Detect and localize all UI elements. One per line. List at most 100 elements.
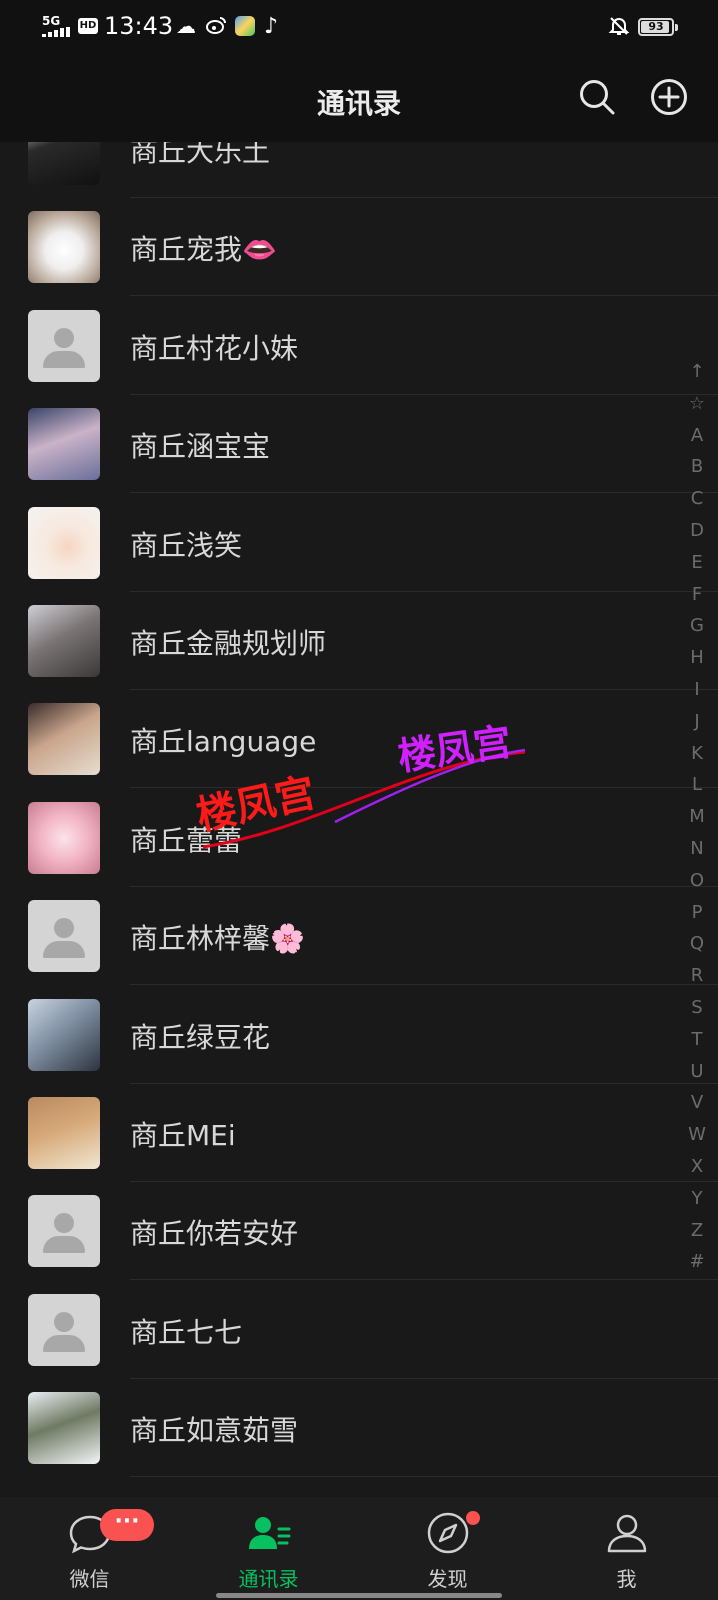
avatar[interactable]	[28, 142, 100, 185]
tab-bar: ··· 微信 通讯录 发现 我	[0, 1497, 718, 1600]
index-letter[interactable]: M	[684, 801, 710, 833]
avatar[interactable]	[28, 998, 100, 1071]
index-letter[interactable]: O	[684, 865, 710, 897]
index-letter[interactable]: ↑	[684, 356, 710, 388]
avatar[interactable]	[28, 801, 100, 874]
default-avatar-head	[54, 918, 74, 939]
tab-chats-label: 微信	[69, 1567, 110, 1591]
index-letter[interactable]: #	[684, 1246, 710, 1278]
contact-row[interactable]: 商丘浅笑	[0, 492, 718, 592]
tab-me[interactable]: 我	[537, 1497, 716, 1600]
tiktok-icon: ♪	[264, 14, 279, 39]
avatar[interactable]	[28, 1195, 100, 1268]
index-letter[interactable]: N	[684, 833, 710, 865]
avatar[interactable]	[28, 506, 100, 579]
default-avatar-body	[43, 1334, 85, 1352]
weibo-icon	[206, 17, 226, 34]
avatar[interactable]	[28, 408, 100, 481]
contact-name: 商丘如意茹雪	[130, 1414, 299, 1448]
notification-dot	[466, 1511, 480, 1525]
contact-name: 商丘language	[130, 725, 317, 759]
contact-name: 商丘绿豆花	[130, 1020, 271, 1054]
contact-row[interactable]: 商丘绿豆花	[0, 984, 718, 1084]
index-letter[interactable]: T	[684, 1024, 710, 1056]
index-letter[interactable]: C	[684, 483, 710, 515]
index-letter[interactable]: P	[684, 897, 710, 929]
default-avatar-head	[54, 327, 74, 348]
index-letter[interactable]: U	[684, 1056, 710, 1088]
game-app-icon	[235, 16, 255, 36]
contact-name: 商丘浅笑	[130, 528, 243, 562]
index-letter[interactable]: K	[684, 738, 710, 770]
contact-row[interactable]: 商丘蕾蕾	[0, 787, 718, 887]
avatar[interactable]	[28, 900, 100, 973]
default-avatar-head	[54, 1311, 74, 1332]
contact-row[interactable]: 商丘你若安好	[0, 1180, 718, 1281]
contact-name: 商丘蕾蕾	[130, 823, 243, 857]
contact-row[interactable]: 商丘涵宝宝	[0, 393, 718, 494]
contact-list[interactable]: 商丘大乐土商丘宠我👄 商丘村花小妹商丘涵宝宝商丘浅笑商丘金融规划师商丘langua…	[0, 142, 718, 1497]
index-letter[interactable]: ☆	[684, 388, 710, 420]
index-letter[interactable]: Q	[684, 928, 710, 960]
signal-icon	[42, 27, 74, 37]
index-letter[interactable]: A	[684, 420, 710, 452]
contact-row[interactable]: 商丘林梓馨🌸	[0, 885, 718, 986]
tab-me-label: 我	[616, 1567, 637, 1591]
index-letter[interactable]: J	[684, 706, 710, 738]
index-letter[interactable]: Y	[684, 1183, 710, 1215]
contact-name: 商丘七七	[130, 1315, 243, 1349]
contact-row[interactable]: 商丘七七	[0, 1279, 718, 1379]
contact-row[interactable]: 商丘金融规划师	[0, 590, 718, 690]
index-letter[interactable]: I	[684, 674, 710, 706]
index-letter[interactable]: L	[684, 769, 710, 801]
network-type: 5G	[42, 14, 61, 28]
index-letter[interactable]: G	[684, 610, 710, 642]
avatar[interactable]	[28, 605, 100, 677]
add-circle-icon[interactable]	[650, 78, 688, 116]
contacts-icon	[249, 1517, 291, 1549]
default-avatar-body	[43, 1236, 85, 1254]
contact-name: 商丘林梓馨🌸	[130, 922, 305, 956]
index-letter[interactable]: F	[684, 579, 710, 611]
avatar[interactable]	[28, 1392, 100, 1465]
index-letter[interactable]: W	[684, 1119, 710, 1151]
tab-contacts[interactable]: 通讯录	[179, 1497, 358, 1600]
contact-row[interactable]: 商丘宠我👄	[0, 196, 718, 297]
compass-icon	[427, 1512, 469, 1554]
tab-discover[interactable]: 发现	[358, 1497, 537, 1600]
index-letter[interactable]: H	[684, 642, 710, 674]
avatar[interactable]	[28, 1097, 100, 1169]
avatar[interactable]	[28, 309, 100, 382]
contact-name: 商丘你若安好	[130, 1217, 299, 1251]
contact-row[interactable]: 商丘大乐土	[0, 142, 718, 198]
contact-row[interactable]: 商丘language	[0, 688, 718, 789]
index-letter[interactable]: S	[684, 992, 710, 1024]
row-divider	[130, 1476, 718, 1478]
alphabet-index[interactable]: ↑ ☆ A B C D E F G H I J K L M N O P Q R S T U V W X Y Z #	[684, 356, 710, 1278]
battery-icon: 93	[638, 18, 674, 36]
contact-row[interactable]: 商丘村花小妹	[0, 295, 718, 395]
header: 通讯录	[0, 56, 718, 142]
tab-chats[interactable]: ··· 微信	[0, 1497, 179, 1600]
avatar[interactable]	[28, 703, 100, 776]
index-letter[interactable]: D	[684, 515, 710, 547]
battery-tip	[675, 24, 678, 31]
contact-name: 商丘MEi	[130, 1119, 236, 1152]
index-letter[interactable]: E	[684, 547, 710, 579]
hd-icon: HD	[78, 18, 98, 34]
cloud-icon: ☁	[176, 14, 196, 38]
avatar[interactable]	[28, 211, 100, 284]
clock: 13:43	[104, 12, 174, 40]
contact-name: 商丘大乐土	[130, 142, 271, 168]
index-letter[interactable]: X	[684, 1151, 710, 1183]
index-letter[interactable]: Z	[684, 1215, 710, 1247]
home-indicator[interactable]	[216, 1593, 502, 1598]
index-letter[interactable]: B	[684, 451, 710, 483]
search-icon[interactable]	[578, 78, 616, 116]
contact-row[interactable]: 商丘MEi	[0, 1082, 718, 1182]
index-letter[interactable]: R	[684, 960, 710, 992]
contact-row[interactable]: 商丘如意茹雪	[0, 1377, 718, 1478]
avatar[interactable]	[28, 1293, 100, 1366]
index-letter[interactable]: V	[684, 1087, 710, 1119]
contact-name: 商丘涵宝宝	[130, 430, 271, 464]
